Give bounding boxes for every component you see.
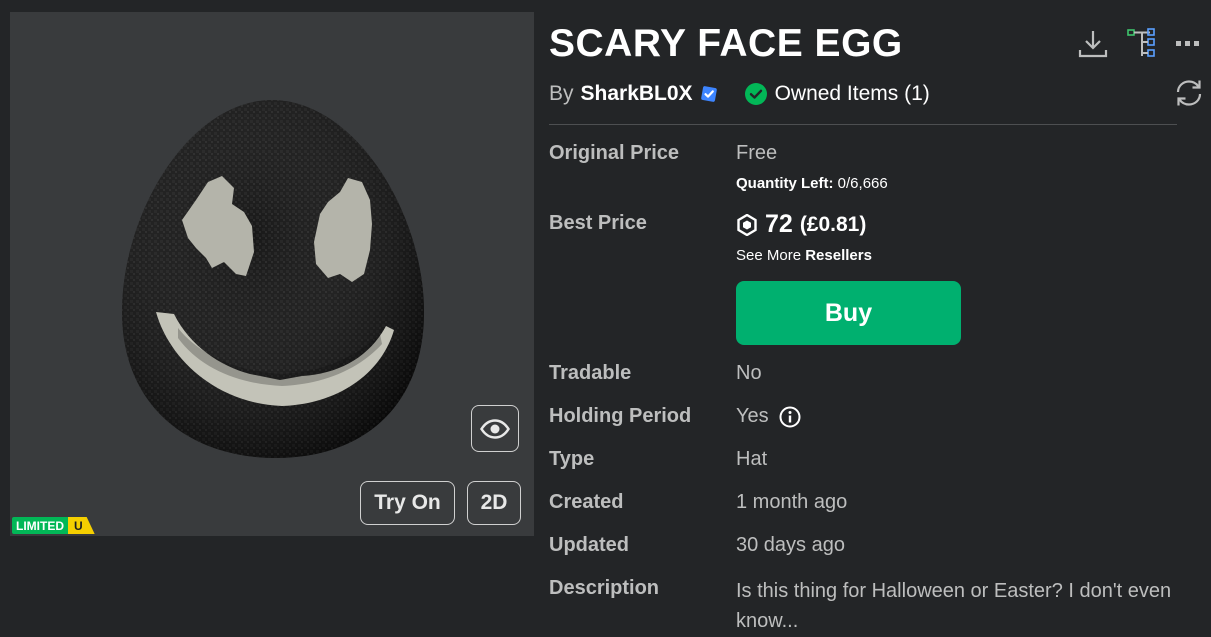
by-prefix: By <box>549 82 574 105</box>
see-more-resellers[interactable]: See More Resellers <box>736 247 872 264</box>
limited-u-badge: LIMITED U <box>12 517 95 534</box>
refresh-icon[interactable] <box>1174 78 1204 108</box>
item-thumbnail: Try On 2D LIMITED U <box>10 12 534 536</box>
tradable-value: No <box>736 362 762 384</box>
creator-link[interactable]: SharkBL0X <box>581 82 693 106</box>
holding-period-label: Holding Period <box>549 405 692 427</box>
divider <box>549 124 1177 125</box>
type-label: Type <box>549 448 595 470</box>
type-value: Hat <box>736 448 768 470</box>
item-details-page: Try On 2D LIMITED U SCARY FACE EGG By Sh… <box>0 0 1211 637</box>
best-price-label: Best Price <box>549 212 647 234</box>
owned-items-text: Owned Items (1) <box>774 82 930 105</box>
eye-icon <box>480 418 510 439</box>
original-price-value: Free <box>736 142 778 164</box>
eye-button[interactable] <box>471 405 519 452</box>
created-label: Created <box>549 491 624 513</box>
try-on-button[interactable]: Try On <box>360 481 455 525</box>
item-title: SCARY FACE EGG <box>549 22 903 65</box>
holding-period: Yes <box>736 405 801 428</box>
item-image <box>122 100 424 458</box>
quantity-left-label: Quantity Left: <box>736 175 834 192</box>
updated-label: Updated <box>549 534 629 556</box>
verified-badge-icon <box>699 84 719 104</box>
updated-value: 30 days ago <box>736 534 845 556</box>
tradable-label: Tradable <box>549 362 632 384</box>
description-text: Is this thing for Halloween or Easter? I… <box>736 580 1172 632</box>
holding-period-value: Yes <box>736 405 769 427</box>
see-more-prefix: See More <box>736 247 802 264</box>
created-value: 1 month ago <box>736 491 848 513</box>
unique-label: U <box>68 517 95 534</box>
best-price: 72 (£0.81) <box>737 210 866 239</box>
quantity-left: Quantity Left: 0/6,666 <box>736 175 888 192</box>
download-icon[interactable] <box>1077 28 1109 60</box>
owned-items: Owned Items (1) <box>744 82 930 106</box>
best-price-amount: 72 <box>765 210 793 238</box>
best-price-local: (£0.81) <box>799 212 867 236</box>
check-circle-icon <box>744 83 767 105</box>
description-label: Description <box>549 577 660 599</box>
byline: By SharkBL0X Owned Items (1) <box>549 82 930 106</box>
robux-icon <box>737 213 757 236</box>
more-options-icon[interactable] <box>1176 40 1200 48</box>
buy-button[interactable]: Buy <box>736 281 961 345</box>
view-2d-button[interactable]: 2D <box>467 481 521 525</box>
original-price-label: Original Price <box>549 142 680 164</box>
resellers-link[interactable]: Resellers <box>805 247 872 264</box>
limited-label: LIMITED <box>12 517 68 534</box>
hierarchy-icon[interactable] <box>1126 28 1158 60</box>
info-icon[interactable] <box>779 406 801 428</box>
quantity-left-value: 0/6,666 <box>837 175 888 192</box>
